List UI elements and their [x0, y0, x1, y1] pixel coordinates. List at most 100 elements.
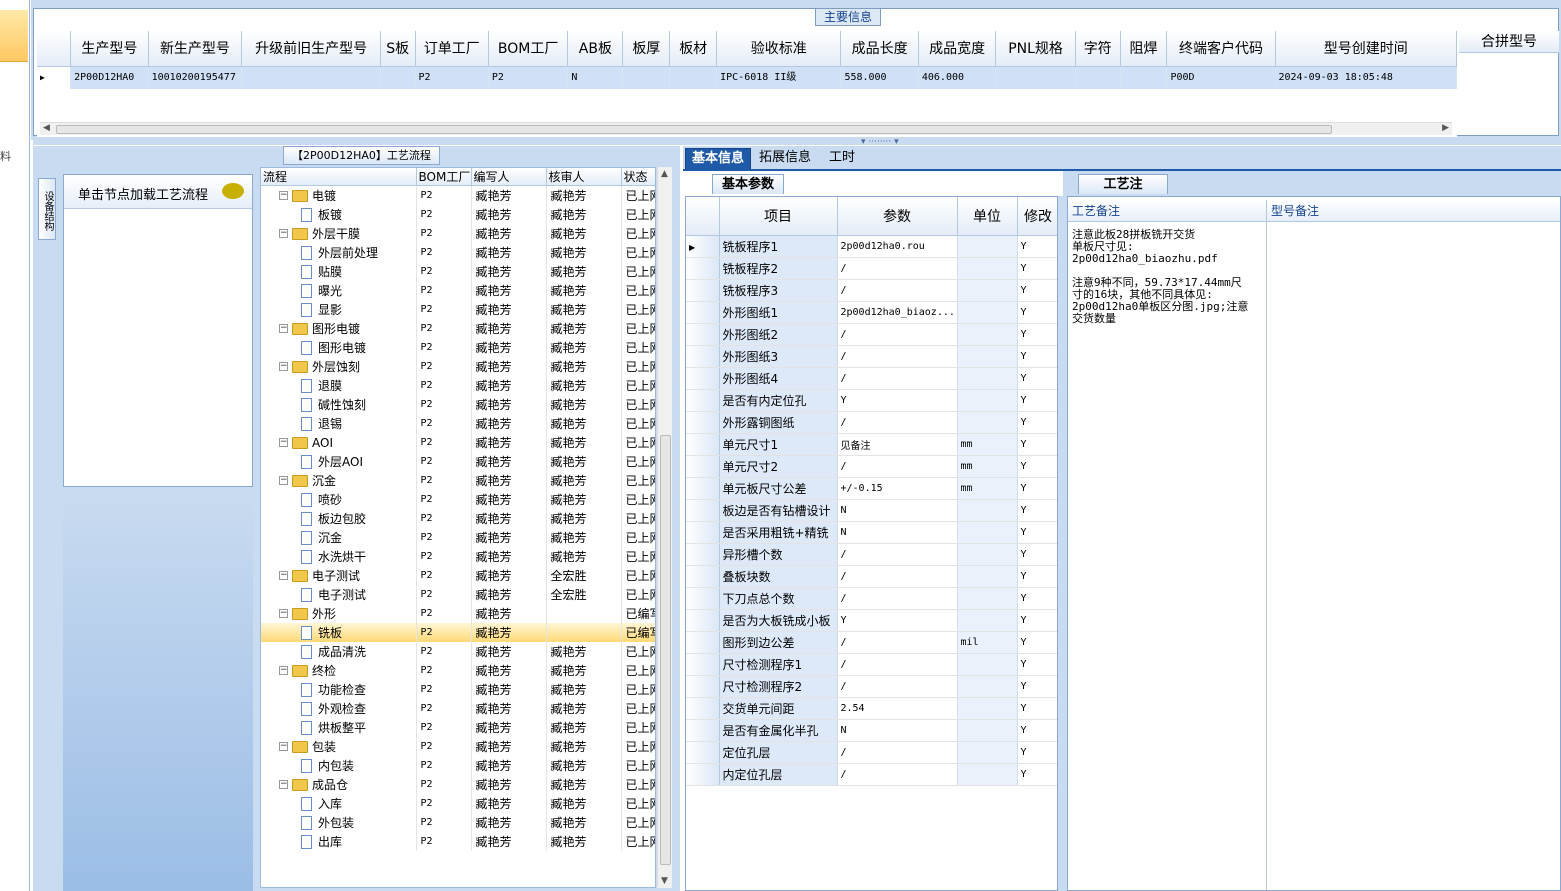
param-cell-value[interactable]: /	[837, 345, 958, 368]
collapse-icon[interactable]: −	[279, 191, 288, 200]
param-row[interactable]: 铣板程序3/ Y	[686, 279, 1057, 302]
main-cell[interactable]	[241, 66, 381, 89]
param-row[interactable]: 单元板尺寸公差 +/-0.15 mm Y	[686, 477, 1057, 500]
main-col-header[interactable]: 终端客户代码	[1166, 31, 1276, 67]
main-cell[interactable]	[622, 66, 671, 89]
param-cell-value[interactable]: /	[837, 587, 958, 610]
scroll-down-icon[interactable]: ▼	[661, 876, 668, 886]
param-row-header[interactable]	[686, 323, 720, 346]
param-col-header[interactable]: 单位	[957, 197, 1018, 236]
main-cell[interactable]: 10010200195477	[148, 66, 243, 89]
param-row[interactable]: 内定位孔层 / Y	[686, 763, 1057, 786]
tree-row[interactable]: 外观检查P2臧艳芳臧艳芳已上网	[261, 699, 655, 718]
param-row[interactable]: 外形露铜图纸 / Y	[686, 411, 1057, 434]
main-col-header[interactable]: S板	[380, 31, 416, 67]
tree-row[interactable]: − 电子测试 P2臧艳芳全宏胜已上网	[261, 566, 655, 585]
param-cell-value[interactable]: /	[837, 653, 958, 676]
param-row-header[interactable]	[686, 257, 720, 280]
tree-row[interactable]: −成品仓P2臧艳芳臧艳芳已上网	[261, 775, 655, 794]
main-cell[interactable]: 406.000	[918, 66, 997, 89]
param-row-header[interactable]	[686, 477, 720, 500]
main-cell[interactable]: IPC-6018 II级	[716, 66, 842, 89]
tree-col-header[interactable]: BOM工厂	[416, 168, 472, 186]
main-col-header[interactable]: AB板	[567, 31, 624, 67]
scroll-right-icon[interactable]: ▶	[1442, 123, 1449, 133]
tree-row[interactable]: 外层前处理P2臧艳芳臧艳芳已上网	[261, 243, 655, 262]
param-row[interactable]: 定位孔层 / Y	[686, 741, 1057, 764]
main-cell[interactable]	[1075, 66, 1121, 89]
param-cell-value[interactable]: N	[837, 499, 958, 522]
tree-row[interactable]: 显影P2臧艳芳臧艳芳已上网	[261, 300, 655, 319]
param-row-header[interactable]	[686, 653, 720, 676]
row-indicator[interactable]: ▶	[37, 66, 72, 89]
param-cell-value[interactable]: N	[837, 521, 958, 544]
vtab-equipment-structure[interactable]: 设备结构	[38, 178, 56, 240]
main-cell[interactable]: 2P00D12HA0	[70, 66, 149, 89]
param-row[interactable]: 尺寸检测程序2/ Y	[686, 675, 1057, 698]
tree-col-header[interactable]: 状态	[621, 168, 655, 186]
param-row-header[interactable]: ▶	[686, 235, 720, 258]
tree-col-header[interactable]: 核审人	[546, 168, 622, 186]
param-row[interactable]: 铣板程序2/ Y	[686, 257, 1057, 280]
tab-work-hours[interactable]: 工时	[823, 148, 861, 170]
main-cell[interactable]: P2	[488, 66, 569, 89]
tree-row[interactable]: 成品清洗P2臧艳芳臧艳芳已上网	[261, 642, 655, 661]
tab-extended-info[interactable]: 拓展信息	[753, 148, 817, 170]
param-row-header[interactable]	[686, 521, 720, 544]
main-cell[interactable]	[669, 66, 718, 89]
param-cell-value[interactable]: /	[837, 323, 958, 346]
param-row[interactable]: 是否采用粗铣+精铣 N Y	[686, 521, 1057, 544]
main-cell[interactable]	[995, 66, 1076, 89]
param-col-header[interactable]: 项目	[719, 197, 838, 236]
param-row[interactable]: 是否有金属化半孔 N Y	[686, 719, 1057, 742]
tree-row[interactable]: 退锡P2臧艳芳臧艳芳已上网	[261, 414, 655, 433]
main-col-header[interactable]: 字符	[1075, 31, 1121, 67]
main-cell[interactable]: 2024-09-03 18:05:48	[1275, 66, 1457, 89]
param-cell-value[interactable]: /	[837, 455, 958, 478]
tree-row[interactable]: −图形电镀P2臧艳芳臧艳芳已上网	[261, 319, 655, 338]
param-row[interactable]: 单元尺寸2/mm Y	[686, 455, 1057, 478]
tree-row[interactable]: 外包装P2臧艳芳臧艳芳已上网	[261, 813, 655, 832]
param-cell-value[interactable]: 2p00d12ha0.rou	[837, 235, 958, 258]
subtab-basic-params[interactable]: 基本参数	[712, 174, 784, 194]
param-row-header[interactable]	[686, 565, 720, 588]
main-col-header[interactable]: 订单工厂	[415, 31, 489, 67]
main-col-header[interactable]: 阻焊	[1120, 31, 1168, 67]
main-col-header[interactable]: PNL规格	[995, 31, 1076, 67]
merge-model-header[interactable]: 合拼型号	[1459, 31, 1559, 53]
param-row-header[interactable]	[686, 587, 720, 610]
main-col-header[interactable]: 型号创建时间	[1275, 31, 1457, 67]
param-cell-value[interactable]: /	[837, 741, 958, 764]
tree-row[interactable]: −外层干膜P2臧艳芳臧艳芳已上网	[261, 224, 655, 243]
tree-row[interactable]: −电镀P2臧艳芳臧艳芳已上网	[261, 185, 655, 205]
collapse-icon[interactable]: −	[279, 742, 288, 751]
param-row-header[interactable]	[686, 411, 720, 434]
tree-col-header[interactable]: 流程	[261, 168, 417, 186]
param-row-header[interactable]	[686, 279, 720, 302]
main-col-header[interactable]: 成品宽度	[918, 31, 997, 67]
param-col-header[interactable]: 参数	[837, 197, 958, 236]
param-row[interactable]: 下刀点总个数 / Y	[686, 587, 1057, 610]
param-row[interactable]: 单元尺寸1 见备注 mm Y	[686, 433, 1057, 456]
param-cell-value[interactable]: /	[837, 367, 958, 390]
tree-row[interactable]: −包装P2臧艳芳臧艳芳已上网	[261, 737, 655, 756]
param-row-header[interactable]	[686, 631, 720, 654]
tree-row[interactable]: 功能检查P2臧艳芳臧艳芳已上网	[261, 680, 655, 699]
param-cell-value[interactable]: 见备注	[837, 433, 958, 456]
main-cell[interactable]	[380, 66, 416, 89]
tree-row[interactable]: 外层AOIP2臧艳芳臧艳芳已上网	[261, 452, 655, 471]
param-row-header[interactable]	[686, 697, 720, 720]
param-row-header[interactable]	[686, 455, 720, 478]
param-row-header[interactable]	[686, 675, 720, 698]
param-row-header[interactable]	[686, 763, 720, 786]
param-row[interactable]: 尺寸检测程序1/ Y	[686, 653, 1057, 676]
main-col-header[interactable]: 成品长度	[840, 31, 919, 67]
tree-row[interactable]: −外层蚀刻P2臧艳芳臧艳芳已上网	[261, 357, 655, 376]
param-row[interactable]: 是否有内定位孔 Y Y	[686, 389, 1057, 412]
param-cell-value[interactable]: 2p00d12ha0_biaoz...	[837, 301, 958, 324]
tree-row[interactable]: 沉金P2臧艳芳臧艳芳已上网	[261, 528, 655, 547]
param-cell-value[interactable]: /	[837, 411, 958, 434]
collapse-icon[interactable]: −	[279, 666, 288, 675]
main-col-header[interactable]: BOM工厂	[488, 31, 569, 67]
tab-basic-info[interactable]: 基本信息	[685, 148, 752, 170]
